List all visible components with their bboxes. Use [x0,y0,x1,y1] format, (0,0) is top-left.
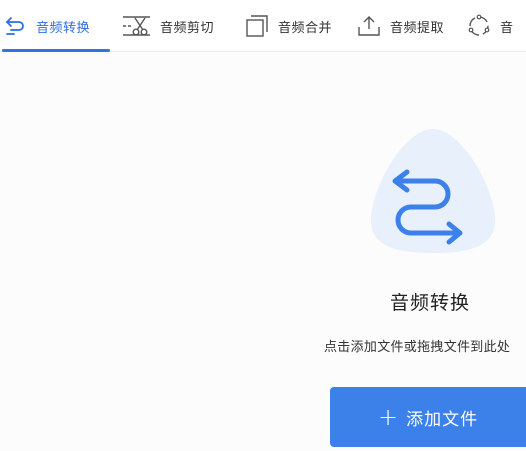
tab-label: 音 [500,20,514,36]
convert-arrows-icon [6,17,24,35]
convert-arrows-icon [370,129,496,253]
tab-audio-cut[interactable]: 音频剪切 [122,0,214,52]
tab-audio-extract[interactable]: 音频提取 [356,0,444,52]
drop-hint: 点击添加文件或拖拽文件到此处 [324,340,511,355]
upload-tray-icon [358,16,380,36]
tab-label: 音频转换 [36,20,91,36]
tab-bar: 音频转换 音频剪切 音频合并 音频提取 音 [0,0,526,52]
circle-loop-icon [468,14,490,36]
tab-label: 音频剪切 [160,20,215,36]
drop-zone[interactable]: 音频转换 点击添加文件或拖拽文件到此处 + 添加文件 [0,52,526,451]
add-file-label: 添加文件 [406,409,479,430]
plus-icon: + [378,403,399,431]
tab-audio-loop[interactable]: 音 [466,0,514,52]
merge-squares-icon [246,15,268,37]
tab-audio-convert[interactable]: 音频转换 [2,0,110,52]
hero-title: 音频转换 [390,292,471,314]
add-file-button[interactable]: + 添加文件 [330,387,526,447]
tab-label: 音频合并 [278,20,333,36]
tab-label: 音频提取 [390,20,445,36]
tab-audio-merge[interactable]: 音频合并 [244,0,332,52]
scissors-icon [123,16,150,36]
app-window: 音频转换 音频剪切 音频合并 音频提取 音 音频转换 点击添加文件或拖拽文件到此… [0,0,526,451]
